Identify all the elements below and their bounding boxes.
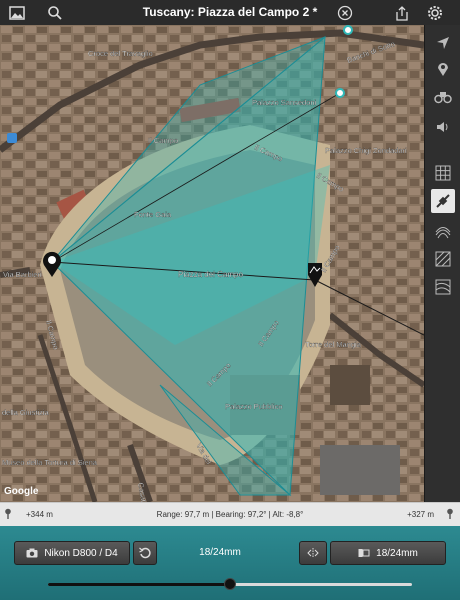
camera-label: Nikon D800 / D4 [44, 547, 118, 559]
search-icon[interactable] [45, 3, 65, 23]
map-label-fonte: Fonte Gaia [134, 210, 172, 219]
pin-icon [446, 508, 454, 522]
google-logo: Google [4, 486, 39, 497]
map-label-giustizia: della Giustizia [2, 408, 50, 417]
range-bearing-text: Range: 97,7 m | Bearing: 97,2° | Alt: -8… [156, 510, 304, 519]
map-label-croce: Croce del Travaglio [88, 49, 153, 58]
slider-fill [48, 583, 230, 586]
navigation-arrow-icon[interactable] [431, 31, 455, 55]
close-circle-icon[interactable] [335, 3, 355, 23]
info-bar: +344 m Range: 97,7 m | Bearing: 97,2° | … [0, 502, 460, 527]
map-label-pubblico: Palazzo Pubblico [225, 402, 283, 411]
flip-button[interactable] [299, 541, 327, 565]
map-pin-icon[interactable] [431, 57, 455, 81]
lens-select-button[interactable]: 18/24mm [330, 541, 446, 565]
contour-icon[interactable] [431, 275, 455, 299]
map-label-barbieri: Via Barbieri [3, 270, 42, 279]
lens-focal-label: 18/24mm [199, 547, 241, 558]
parking-icon [7, 133, 17, 143]
focus-point-icon[interactable] [343, 25, 353, 35]
hatch-grid-icon[interactable] [431, 247, 455, 271]
binoculars-icon[interactable] [431, 85, 455, 109]
focus-point-icon[interactable] [335, 88, 345, 98]
terrain-icon[interactable] [431, 219, 455, 243]
page-title: Tuscany: Piazza del Campo 2 * [142, 5, 318, 19]
map-label-sansedoni: Palazzo Sansedoni [252, 98, 317, 107]
image-icon[interactable] [7, 3, 27, 23]
right-distance: +327 m [407, 510, 434, 519]
focal-slider[interactable] [48, 578, 412, 590]
share-icon[interactable] [392, 3, 412, 23]
satellite-map[interactable]: Croce del Travaglio Banchi di Sotto Pala… [0, 25, 424, 502]
map-label-piazza: Piazza del Campo [178, 270, 243, 279]
grid-icon[interactable] [431, 161, 455, 185]
left-distance: +344 m [26, 510, 53, 519]
pin-icon [4, 508, 12, 522]
map-label-chigi: Palazzo Chigi Zondadari [325, 146, 407, 155]
rotate-icon [139, 547, 151, 559]
flip-icon [307, 548, 319, 558]
right-toolbar [424, 25, 460, 502]
speaker-icon[interactable] [431, 115, 455, 139]
gear-icon[interactable] [425, 3, 445, 23]
satellite-icon[interactable] [431, 189, 455, 213]
rotate-button[interactable] [133, 541, 157, 565]
map-label-campo-1: Il Campo [148, 136, 178, 145]
map-label-mangia: Torre del Mangia [305, 340, 362, 349]
lens-icon [358, 548, 370, 558]
map-label-museo: Museo della Tortura di Siena [2, 458, 98, 467]
slider-thumb[interactable] [224, 578, 236, 590]
lens-label: 18/24mm [376, 547, 418, 559]
top-toolbar: Tuscany: Piazza del Campo 2 * [0, 0, 460, 26]
camera-icon [26, 548, 38, 558]
camera-select-button[interactable]: Nikon D800 / D4 [14, 541, 130, 565]
